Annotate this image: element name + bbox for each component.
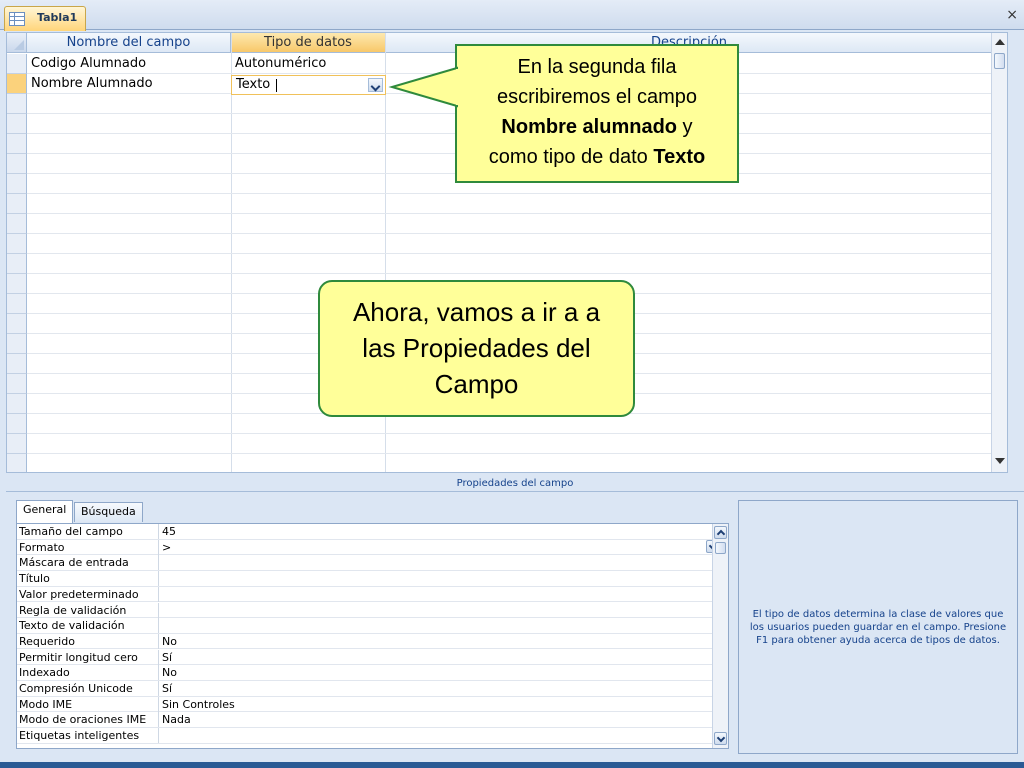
property-row[interactable]: Formato > xyxy=(17,539,712,556)
property-row[interactable]: Indexado No xyxy=(17,665,712,681)
tab-general[interactable]: General xyxy=(16,500,74,523)
property-value[interactable]: No xyxy=(162,634,177,649)
property-value[interactable]: Nada xyxy=(162,712,191,727)
property-name: Regla de validación xyxy=(19,602,159,618)
callout-field-properties: Ahora, vamos a ir a a las Propiedades de… xyxy=(318,280,635,417)
property-row[interactable]: Requerido No xyxy=(17,633,712,650)
property-row[interactable]: Tamaño del campo 45 xyxy=(17,524,712,540)
row-selector[interactable] xyxy=(7,214,27,234)
row-selector[interactable] xyxy=(7,434,27,454)
row-selector[interactable] xyxy=(7,154,27,174)
property-row[interactable]: Etiquetas inteligentes xyxy=(17,728,712,744)
property-row[interactable]: Modo de oraciones IME Nada xyxy=(17,712,712,728)
property-value[interactable]: Sin Controles xyxy=(162,697,235,712)
property-row[interactable]: Regla de validación xyxy=(17,602,712,618)
property-row[interactable]: Título xyxy=(17,571,712,587)
row-selector[interactable] xyxy=(7,414,27,434)
row-selector[interactable] xyxy=(7,274,27,294)
property-value[interactable]: Sí xyxy=(162,650,172,665)
property-row[interactable]: Permitir longitud cero Sí xyxy=(17,649,712,666)
callout-line: y xyxy=(677,116,693,138)
callout-pointer xyxy=(388,66,460,108)
field-properties-title: Propiedades del campo xyxy=(456,478,574,489)
row-selector[interactable] xyxy=(7,234,27,254)
callout-line: las Propiedades del xyxy=(362,333,591,363)
row-selector[interactable] xyxy=(7,134,27,154)
callout-bold: Nombre alumnado xyxy=(501,116,677,138)
callout-line: Campo xyxy=(434,369,519,399)
tab-busqueda[interactable]: Búsqueda xyxy=(74,502,143,522)
close-icon[interactable]: × xyxy=(1006,8,1018,22)
grid-vertical-scrollbar[interactable] xyxy=(991,33,1007,472)
property-name: Modo de oraciones IME xyxy=(19,712,159,728)
callout-second-row: En la segunda fila escribiremos el campo… xyxy=(455,44,739,183)
property-name: Título xyxy=(19,571,159,587)
row-selector[interactable] xyxy=(7,454,27,472)
property-list: Tamaño del campo 45 Formato > Máscara de ent… xyxy=(16,523,729,749)
scroll-up-icon[interactable] xyxy=(995,39,1005,45)
callout-line: Ahora, vamos a ir a a xyxy=(352,297,601,327)
scroll-down-icon[interactable] xyxy=(995,458,1005,464)
callout-line: como tipo de dato xyxy=(488,146,654,168)
row-selector[interactable] xyxy=(7,254,27,274)
row-selector[interactable] xyxy=(7,334,27,354)
scroll-up-icon[interactable] xyxy=(714,526,727,539)
row-selector[interactable] xyxy=(7,194,27,214)
property-name: Permitir longitud cero xyxy=(19,649,159,665)
scroll-thumb[interactable] xyxy=(994,53,1005,69)
property-name: Texto de validación xyxy=(19,618,159,634)
property-row[interactable]: Texto de validación xyxy=(17,618,712,634)
callout-line: escribiremos el campo xyxy=(496,86,698,108)
row-selector[interactable] xyxy=(7,354,27,374)
property-value[interactable]: 45 xyxy=(162,524,176,539)
property-name: Etiquetas inteligentes xyxy=(19,728,159,744)
property-name: Compresión Unicode xyxy=(19,681,159,696)
property-name: Modo IME xyxy=(19,696,159,712)
property-help-text: El tipo de datos determina la clase de v… xyxy=(738,500,1018,754)
property-row[interactable]: Modo IME Sin Controles xyxy=(17,696,712,713)
property-value[interactable]: Sí xyxy=(162,681,172,696)
callout-bold: Texto xyxy=(653,146,706,168)
property-row[interactable]: Máscara de entrada xyxy=(17,555,712,571)
property-name: Valor predeterminado xyxy=(19,586,159,602)
property-value[interactable]: > xyxy=(162,540,171,555)
window-bottom-edge xyxy=(0,762,1024,768)
property-name: Tamaño del campo xyxy=(19,524,159,539)
callout-line: En la segunda fila xyxy=(517,56,677,78)
property-name: Máscara de entrada xyxy=(19,555,159,571)
property-value[interactable]: No xyxy=(162,665,177,680)
row-selector[interactable] xyxy=(7,314,27,334)
property-row[interactable]: Valor predeterminado xyxy=(17,586,712,603)
row-selector[interactable] xyxy=(7,394,27,414)
scroll-down-icon[interactable] xyxy=(714,732,727,745)
property-row[interactable]: Compresión Unicode Sí xyxy=(17,681,712,697)
row-selector[interactable] xyxy=(7,374,27,394)
row-selector[interactable] xyxy=(7,294,27,314)
property-scrollbar[interactable] xyxy=(712,524,728,748)
property-name: Formato xyxy=(19,539,159,555)
property-name: Indexado xyxy=(19,665,159,681)
property-name: Requerido xyxy=(19,633,159,649)
field-properties-pane: General Búsqueda Tamaño del campo 45 Forma… xyxy=(6,491,1024,761)
row-selector[interactable] xyxy=(7,174,27,194)
scroll-thumb[interactable] xyxy=(715,542,726,554)
